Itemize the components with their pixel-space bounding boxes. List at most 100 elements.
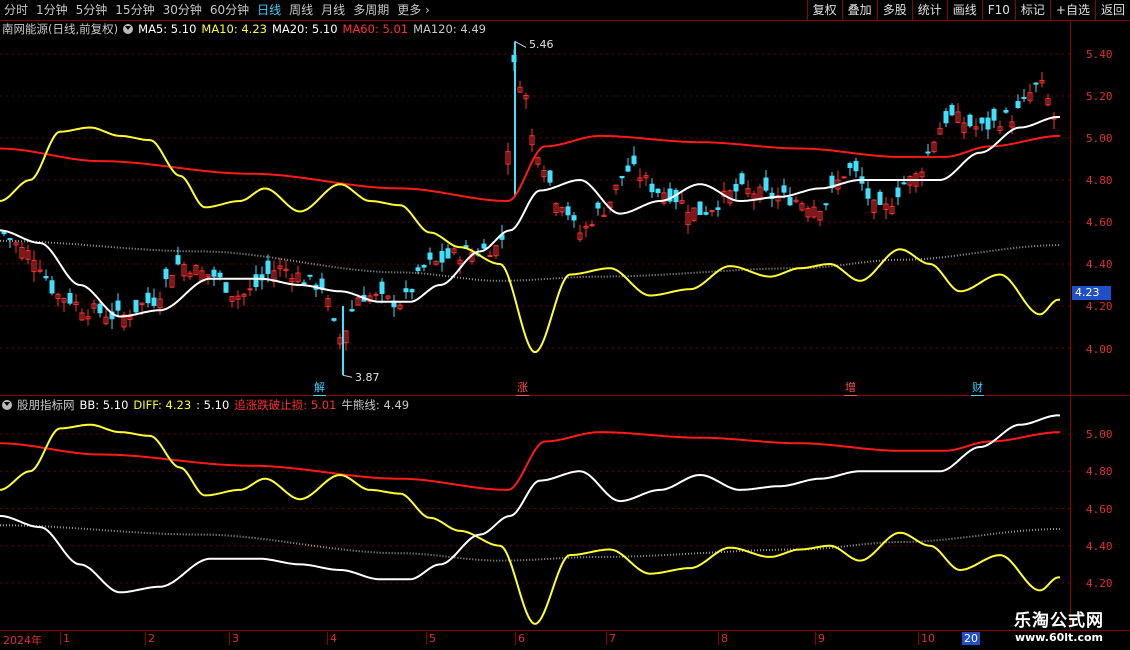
main-axis-label: 4.80	[1086, 174, 1113, 187]
candle-body	[865, 188, 871, 199]
candle-body	[943, 111, 949, 124]
candle-body	[853, 160, 859, 172]
main-axis-label: 4.60	[1086, 216, 1113, 229]
candle-body	[1021, 96, 1027, 99]
candle-body	[715, 207, 721, 210]
candle-body	[787, 197, 793, 206]
candle-body	[1015, 101, 1021, 108]
candle-body	[967, 114, 973, 127]
candle-body	[175, 255, 181, 265]
candle-body	[1003, 109, 1009, 113]
month-label: 7	[606, 632, 616, 645]
candle-body	[487, 255, 493, 258]
event-marker[interactable]: 增	[844, 381, 857, 396]
candle-body	[841, 176, 847, 179]
candle-body	[301, 282, 307, 285]
month-label: 6	[515, 632, 525, 645]
candle-body	[901, 182, 907, 185]
candle-body	[763, 177, 769, 191]
month-label: 10	[918, 632, 935, 645]
candle-body	[223, 282, 229, 293]
candle-body	[163, 268, 169, 280]
month-label: 2	[145, 632, 155, 645]
month-label: 3	[229, 632, 239, 645]
month-label: 8	[718, 632, 728, 645]
candle-body	[403, 288, 409, 293]
candle-body	[547, 170, 553, 183]
low-annotation: 3.87	[355, 371, 380, 384]
candle-body	[67, 292, 73, 304]
candle-body	[145, 292, 151, 304]
candle-body	[649, 183, 655, 193]
candle-body	[703, 212, 709, 215]
watermark: 乐淘公式网 www.60lt.com	[994, 606, 1124, 644]
candle-body	[349, 309, 355, 312]
month-label: 9	[815, 632, 825, 645]
bull-line	[0, 524, 1060, 562]
candle-body	[823, 203, 829, 206]
main-axis-label: 4.40	[1086, 258, 1113, 271]
sub-axis-label: 5.00	[1086, 428, 1113, 441]
candle-body	[43, 276, 49, 279]
ma120-line	[0, 239, 1060, 282]
high-pointer	[514, 40, 527, 48]
candle-body	[247, 288, 253, 291]
candle-body	[331, 318, 337, 321]
candle-body	[589, 224, 595, 227]
low-pointer	[342, 374, 353, 378]
candle-body	[565, 206, 571, 216]
candle-body	[595, 202, 601, 209]
current-day-label: 20	[962, 632, 980, 645]
candle-body	[739, 173, 745, 185]
candle-body	[49, 280, 55, 294]
diff-line	[0, 423, 1060, 625]
candle-body	[925, 151, 931, 154]
candle-body	[415, 267, 421, 272]
main-axis-label: 5.20	[1086, 90, 1113, 103]
month-label: 4	[327, 632, 337, 645]
candle-body	[949, 104, 955, 116]
event-marker[interactable]: 涨	[516, 381, 529, 396]
ma60-line	[0, 134, 1060, 202]
candle-body	[697, 201, 703, 216]
candle-body	[1033, 82, 1039, 85]
candle-body	[733, 183, 739, 192]
main-axis-label: 4.20	[1086, 300, 1113, 313]
candle-body	[151, 297, 157, 306]
candle-body	[781, 185, 787, 193]
candle-body	[265, 260, 271, 274]
candle-body	[421, 264, 427, 268]
candle-body	[481, 243, 487, 249]
high-annotation: 5.46	[529, 38, 554, 51]
candle-body	[253, 274, 259, 288]
candle-body	[373, 293, 379, 296]
sub-axis-label: 4.20	[1086, 577, 1113, 590]
candle-body	[409, 289, 415, 293]
candle-body	[97, 303, 103, 314]
ma10-line	[0, 126, 1060, 353]
candle-body	[439, 250, 445, 263]
candlestick-chart[interactable]	[0, 0, 1130, 650]
candle-body	[133, 299, 139, 313]
candle-body	[631, 155, 637, 165]
event-marker[interactable]: 解	[313, 381, 326, 396]
candle-body	[427, 252, 433, 260]
candle-body	[655, 188, 661, 194]
candle-body	[625, 165, 631, 172]
month-label: 1	[60, 632, 70, 645]
sub-axis-label: 4.40	[1086, 540, 1113, 553]
main-axis-label: 4.00	[1086, 343, 1113, 356]
stop-line	[0, 431, 1061, 491]
candle-body	[991, 108, 997, 121]
main-axis-label: 5.00	[1086, 132, 1113, 145]
candle-body	[217, 272, 223, 278]
candle-body	[379, 281, 385, 294]
candle-body	[307, 274, 313, 277]
candle-body	[211, 269, 217, 277]
candle-body	[877, 191, 883, 205]
main-axis-label: 5.40	[1086, 48, 1113, 61]
candle-body	[1, 231, 7, 235]
event-marker[interactable]: 财	[971, 381, 984, 396]
year-label: 2024年	[3, 634, 42, 647]
candle-body	[7, 238, 13, 241]
